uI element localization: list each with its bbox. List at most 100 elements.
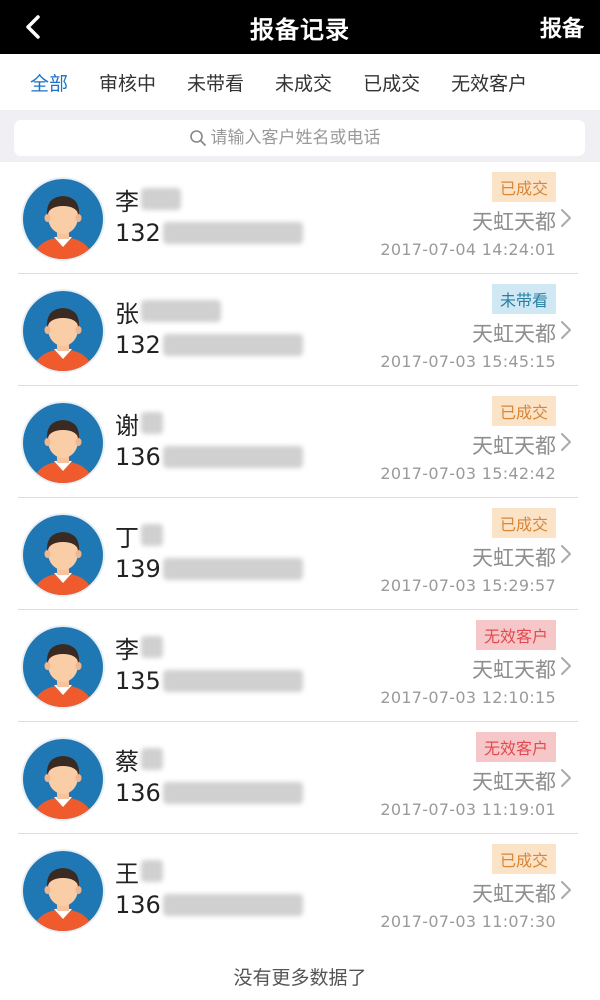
customer-name: 张 <box>115 296 221 328</box>
masked-phone <box>162 670 303 692</box>
chevron-right-icon <box>561 657 571 675</box>
project-name: 天虹天都 <box>472 882 556 906</box>
customer-name: 李 <box>115 184 181 216</box>
customer-surname: 王 <box>115 859 139 888</box>
project-name: 天虹天都 <box>472 210 556 234</box>
record-datetime: 2017-07-03 15:29:57 <box>380 576 556 595</box>
avatar <box>21 849 105 933</box>
project-name: 天虹天都 <box>472 322 556 346</box>
masked-phone <box>162 446 303 468</box>
masked-name <box>141 748 163 770</box>
record-row[interactable]: 王 136 已成交 天虹天都 2017-07-03 11:07:30 <box>18 834 578 946</box>
filter-tabs: 全部 审核中 未带看 未成交 已成交 无效客户 <box>0 54 600 110</box>
record-datetime: 2017-07-03 11:07:30 <box>380 912 556 931</box>
masked-phone <box>162 782 303 804</box>
project-name: 天虹天都 <box>472 770 556 794</box>
customer-phone: 132 <box>115 330 303 360</box>
avatar <box>21 401 105 485</box>
customer-phone: 135 <box>115 666 303 696</box>
chevron-right-icon <box>561 881 571 899</box>
record-row[interactable]: 李 132 已成交 天虹天都 2017-07-04 14:24:01 <box>18 162 578 274</box>
chevron-right-icon <box>561 769 571 787</box>
customer-phone: 136 <box>115 778 303 808</box>
avatar <box>21 625 105 709</box>
record-datetime: 2017-07-03 11:19:01 <box>380 800 556 819</box>
chevron-right-icon <box>561 545 571 563</box>
project-name: 天虹天都 <box>472 434 556 458</box>
avatar <box>21 513 105 597</box>
customer-phone: 139 <box>115 554 303 584</box>
record-datetime: 2017-07-03 15:45:15 <box>380 352 556 371</box>
chevron-right-icon <box>561 209 571 227</box>
record-datetime: 2017-07-03 15:42:42 <box>380 464 556 483</box>
tab-closed[interactable]: 已成交 <box>363 69 420 96</box>
phone-prefix: 136 <box>115 443 161 471</box>
customer-surname: 李 <box>115 187 139 216</box>
report-button[interactable]: 报备 <box>540 0 584 54</box>
masked-name <box>141 300 221 322</box>
tab-not-viewed[interactable]: 未带看 <box>187 69 244 96</box>
tab-all[interactable]: 全部 <box>30 69 68 96</box>
status-badge: 已成交 <box>491 844 556 874</box>
masked-phone <box>162 558 303 580</box>
back-button[interactable] <box>18 10 48 44</box>
chevron-right-icon <box>561 321 571 339</box>
status-badge: 无效客户 <box>475 620 556 650</box>
customer-surname: 李 <box>115 635 139 664</box>
customer-name: 李 <box>115 632 163 664</box>
status-badge: 已成交 <box>491 172 556 202</box>
record-row[interactable]: 蔡 136 无效客户 天虹天都 2017-07-03 11:19:01 <box>18 722 578 834</box>
tab-reviewing[interactable]: 审核中 <box>99 69 156 96</box>
record-list: 李 132 已成交 天虹天都 2017-07-04 14:24:01 张 132 <box>0 162 600 946</box>
phone-prefix: 132 <box>115 331 161 359</box>
status-badge: 已成交 <box>491 508 556 538</box>
masked-name <box>141 412 163 434</box>
record-datetime: 2017-07-04 14:24:01 <box>380 240 556 259</box>
record-row[interactable]: 张 132 未带看 天虹天都 2017-07-03 15:45:15 <box>18 274 578 386</box>
masked-name <box>141 524 163 546</box>
search-bar <box>0 110 600 162</box>
no-more-data-label: 没有更多数据了 <box>233 966 367 989</box>
page-title: 报备记录 <box>250 15 350 44</box>
project-name: 天虹天都 <box>472 658 556 682</box>
masked-name <box>141 188 181 210</box>
customer-name: 蔡 <box>115 744 163 776</box>
avatar <box>21 177 105 261</box>
customer-surname: 张 <box>115 299 139 328</box>
record-datetime: 2017-07-03 12:10:15 <box>380 688 556 707</box>
avatar <box>21 289 105 373</box>
phone-prefix: 132 <box>115 219 161 247</box>
record-row[interactable]: 谢 136 已成交 天虹天都 2017-07-03 15:42:42 <box>18 386 578 498</box>
search-icon <box>189 130 206 146</box>
status-badge: 无效客户 <box>475 732 556 762</box>
project-name: 天虹天都 <box>472 546 556 570</box>
customer-name: 谢 <box>115 408 163 440</box>
masked-phone <box>162 222 303 244</box>
customer-surname: 蔡 <box>115 747 139 776</box>
nav-bar: 报备记录 报备 <box>0 0 600 54</box>
chevron-left-icon <box>26 15 40 39</box>
phone-prefix: 135 <box>115 667 161 695</box>
tab-not-closed[interactable]: 未成交 <box>275 69 332 96</box>
status-badge: 已成交 <box>491 396 556 426</box>
phone-prefix: 139 <box>115 555 161 583</box>
record-row[interactable]: 丁 139 已成交 天虹天都 2017-07-03 15:29:57 <box>18 498 578 610</box>
customer-name: 丁 <box>115 520 163 552</box>
phone-prefix: 136 <box>115 779 161 807</box>
chevron-right-icon <box>561 433 571 451</box>
customer-phone: 136 <box>115 890 303 920</box>
masked-name <box>141 860 163 882</box>
record-row[interactable]: 李 135 无效客户 天虹天都 2017-07-03 12:10:15 <box>18 610 578 722</box>
masked-phone <box>162 894 303 916</box>
customer-surname: 丁 <box>115 523 139 552</box>
avatar <box>21 737 105 821</box>
search-input[interactable] <box>210 128 411 148</box>
customer-phone: 132 <box>115 218 303 248</box>
phone-prefix: 136 <box>115 891 161 919</box>
search-box[interactable] <box>14 120 585 156</box>
customer-phone: 136 <box>115 442 303 472</box>
status-badge: 未带看 <box>491 284 556 314</box>
masked-phone <box>162 334 303 356</box>
customer-name: 王 <box>115 856 163 888</box>
tab-invalid[interactable]: 无效客户 <box>451 69 527 96</box>
